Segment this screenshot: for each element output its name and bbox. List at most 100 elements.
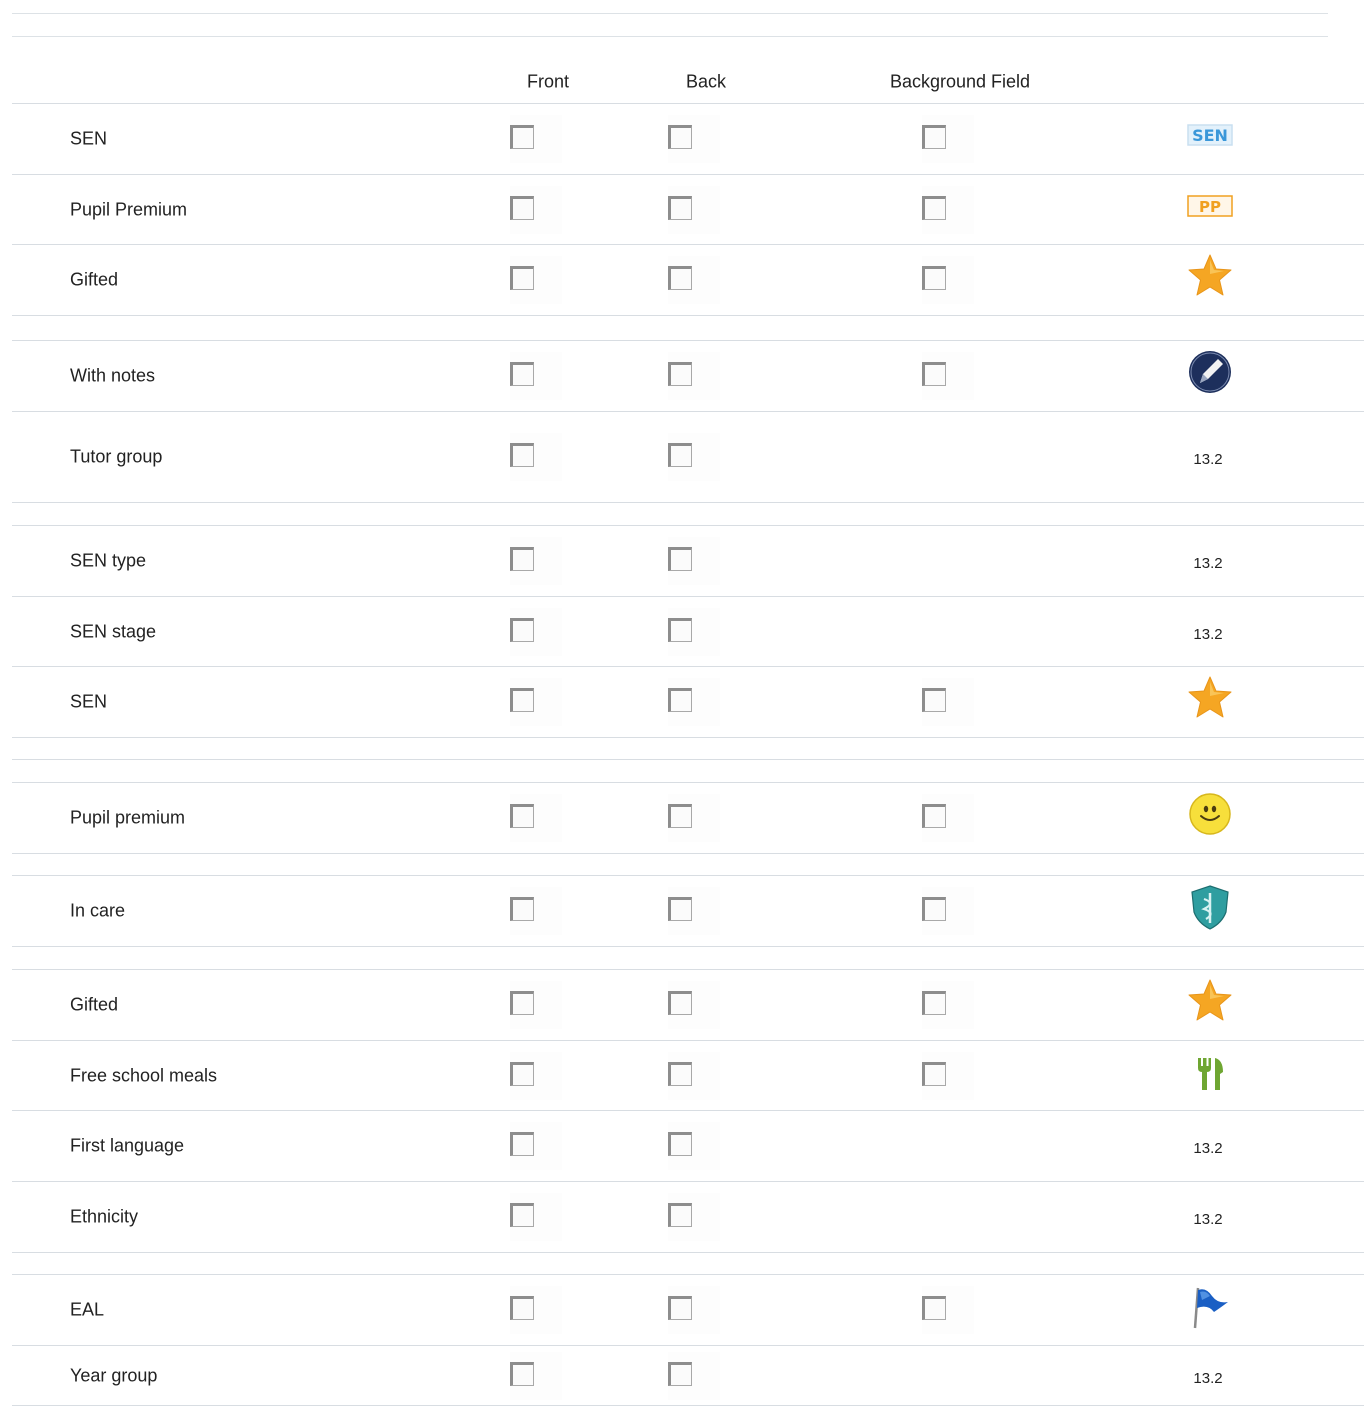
background-field-checkbox[interactable] [922, 897, 946, 921]
row-label: With notes [70, 365, 156, 386]
front-cell [510, 256, 562, 304]
back-cell [668, 537, 720, 585]
front-cell [510, 433, 562, 481]
back-checkbox[interactable] [668, 195, 692, 220]
row-label: Pupil Premium [70, 199, 188, 219]
group-separator [12, 503, 1364, 526]
back-checkbox[interactable] [668, 804, 692, 828]
back-cell [668, 1051, 720, 1100]
background-field-cell [922, 352, 974, 400]
background-field-checkbox[interactable] [922, 362, 946, 386]
front-checkbox[interactable] [510, 688, 534, 712]
table-row: Ethnicity 13.2 [12, 1182, 1364, 1253]
group-separator [12, 947, 1364, 970]
flag-icon [1186, 1282, 1234, 1330]
pp-badge-icon: PP [1186, 182, 1234, 230]
table-row: Year group 13.2 [12, 1346, 1364, 1406]
table-row: SEN [12, 667, 1364, 738]
background-field-checkbox[interactable] [922, 266, 946, 290]
back-cell [668, 794, 720, 842]
back-checkbox[interactable] [668, 617, 692, 642]
smiley-icon [1186, 790, 1234, 838]
background-field-cell [922, 678, 974, 726]
front-checkbox[interactable] [510, 1296, 534, 1320]
front-checkbox[interactable] [510, 443, 534, 467]
background-field-checkbox[interactable] [922, 804, 946, 828]
front-checkbox[interactable] [510, 1361, 534, 1386]
row-label: Gifted [70, 269, 119, 290]
table-row: In care [12, 876, 1364, 947]
front-checkbox[interactable] [510, 125, 534, 149]
front-cell [510, 1351, 562, 1400]
back-checkbox[interactable] [668, 266, 692, 290]
background-field-checkbox[interactable] [922, 688, 946, 712]
row-label: Free school meals [70, 1065, 218, 1085]
sen-badge-text: SEN [1192, 126, 1228, 145]
back-cell [668, 115, 720, 163]
background-field-cell [922, 1051, 974, 1100]
back-checkbox[interactable] [668, 1203, 692, 1227]
back-cell [668, 678, 720, 726]
table-row: Gifted [12, 970, 1364, 1041]
back-cell [668, 1286, 720, 1334]
back-checkbox[interactable] [668, 1132, 692, 1156]
background-field-checkbox[interactable] [922, 1061, 946, 1086]
front-checkbox[interactable] [510, 547, 534, 571]
background-field-checkbox[interactable] [922, 125, 946, 149]
notes-pen-icon [1186, 348, 1234, 396]
back-checkbox[interactable] [668, 443, 692, 467]
back-cell [668, 1193, 720, 1241]
background-field-checkbox[interactable] [922, 195, 946, 220]
front-checkbox[interactable] [510, 991, 534, 1015]
table-row: First language 13.2 [12, 1111, 1364, 1182]
front-cell [510, 1122, 562, 1170]
back-cell [668, 256, 720, 304]
front-checkbox[interactable] [510, 1061, 534, 1086]
front-cell [510, 794, 562, 842]
front-checkbox[interactable] [510, 1132, 534, 1156]
back-checkbox[interactable] [668, 125, 692, 149]
table-row: SEN type 13.2 [12, 526, 1364, 597]
front-checkbox[interactable] [510, 1203, 534, 1227]
table-row: SEN stage 13.2 [12, 597, 1364, 667]
group-separator [12, 854, 1364, 876]
back-checkbox[interactable] [668, 1361, 692, 1386]
row-label: Ethnicity [70, 1206, 139, 1227]
front-cell [510, 352, 562, 400]
front-checkbox[interactable] [510, 362, 534, 386]
table-row: Pupil Premium PP [12, 175, 1364, 245]
table-row: Free school meals [12, 1041, 1364, 1111]
back-checkbox[interactable] [668, 1061, 692, 1086]
row-label: EAL [70, 1299, 105, 1320]
front-checkbox[interactable] [510, 897, 534, 921]
background-field-checkbox[interactable] [922, 1296, 946, 1320]
back-checkbox[interactable] [668, 1296, 692, 1320]
background-field-checkbox[interactable] [922, 991, 946, 1015]
front-checkbox[interactable] [510, 617, 534, 642]
back-checkbox[interactable] [668, 362, 692, 386]
front-cell [510, 607, 562, 656]
row-label: SEN stage [70, 621, 157, 641]
background-field-cell [922, 185, 974, 234]
front-checkbox[interactable] [510, 266, 534, 290]
back-checkbox[interactable] [668, 897, 692, 921]
back-checkbox[interactable] [668, 547, 692, 571]
back-cell [668, 185, 720, 234]
row-label: SEN type [70, 550, 147, 571]
back-checkbox[interactable] [668, 991, 692, 1015]
front-checkbox[interactable] [510, 195, 534, 220]
background-field-cell [922, 981, 974, 1029]
row-value: 13.2 [1193, 625, 1223, 643]
star-icon [1186, 674, 1234, 722]
column-header-background-field: Background Field [889, 71, 1031, 91]
group-separator [12, 316, 1364, 341]
column-header-front: Front [526, 71, 570, 91]
front-cell [510, 1286, 562, 1334]
background-field-cell [922, 115, 974, 163]
column-header-back: Back [685, 71, 727, 91]
back-cell [668, 352, 720, 400]
back-checkbox[interactable] [668, 688, 692, 712]
row-value: 13.2 [1193, 1369, 1223, 1387]
background-field-cell [922, 256, 974, 304]
front-checkbox[interactable] [510, 804, 534, 828]
